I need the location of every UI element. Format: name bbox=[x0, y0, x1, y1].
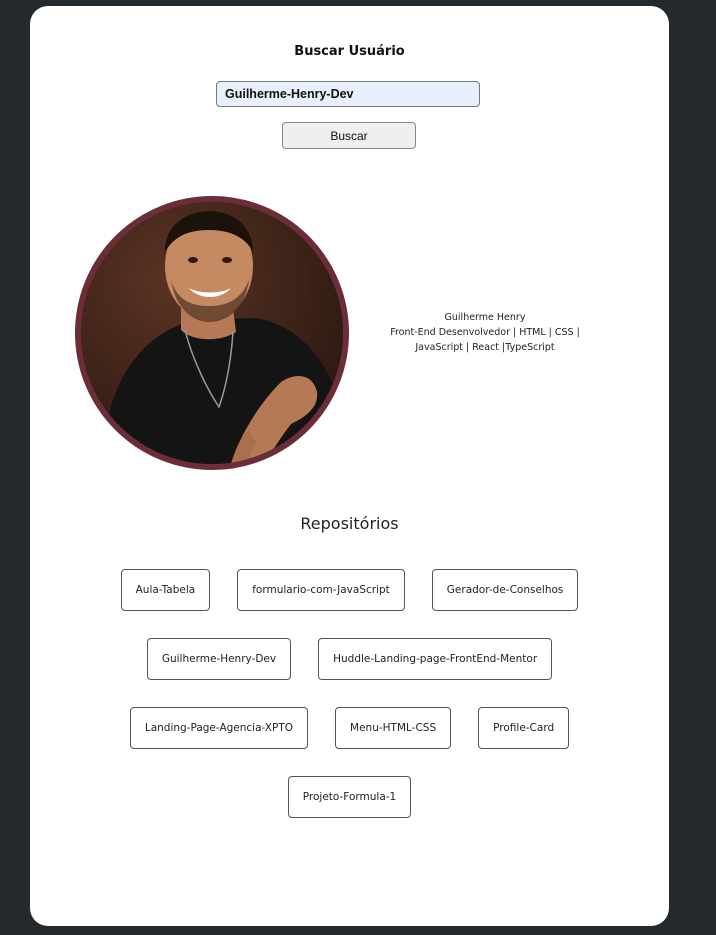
repo-button[interactable]: Guilherme-Henry-Dev bbox=[146, 638, 292, 680]
profile-info: Guilherme Henry Front-End Desenvolvedor … bbox=[375, 310, 595, 355]
profile-card: Buscar Usuário Buscar bbox=[30, 6, 669, 926]
repo-button[interactable]: Profile-Card bbox=[478, 707, 570, 749]
profile-bio-line2: JavaScript | React |TypeScript bbox=[415, 342, 555, 353]
repo-button[interactable]: Huddle-Landing-page-FrontEnd-Mentor bbox=[318, 638, 553, 680]
repositories-title: Repositórios bbox=[300, 514, 399, 533]
repo-row: Aula-Tabela formulario-com-JavaScript Ge… bbox=[30, 569, 669, 611]
profile-name: Guilherme Henry bbox=[444, 312, 526, 323]
avatar-photo bbox=[81, 202, 343, 464]
search-button[interactable]: Buscar bbox=[282, 122, 416, 149]
repo-row: Landing-Page-Agencia-XPTO Menu-HTML-CSS … bbox=[30, 707, 669, 749]
search-title: Buscar Usuário bbox=[294, 44, 405, 59]
repo-button[interactable]: Aula-Tabela bbox=[120, 569, 211, 611]
repo-button[interactable]: Landing-Page-Agencia-XPTO bbox=[129, 707, 309, 749]
repo-button[interactable]: Gerador-de-Conselhos bbox=[431, 569, 579, 611]
repo-row: Guilherme-Henry-Dev Huddle-Landing-page-… bbox=[30, 638, 669, 680]
repo-button[interactable]: Menu-HTML-CSS bbox=[335, 707, 452, 749]
avatar bbox=[75, 196, 349, 470]
profile-bio-line1: Front-End Desenvolvedor | HTML | CSS | bbox=[390, 327, 580, 338]
repo-row: Projeto-Formula-1 bbox=[30, 776, 669, 818]
repo-button[interactable]: Projeto-Formula-1 bbox=[287, 776, 412, 818]
search-input[interactable] bbox=[216, 81, 480, 107]
repo-button[interactable]: formulario-com-JavaScript bbox=[237, 569, 405, 611]
